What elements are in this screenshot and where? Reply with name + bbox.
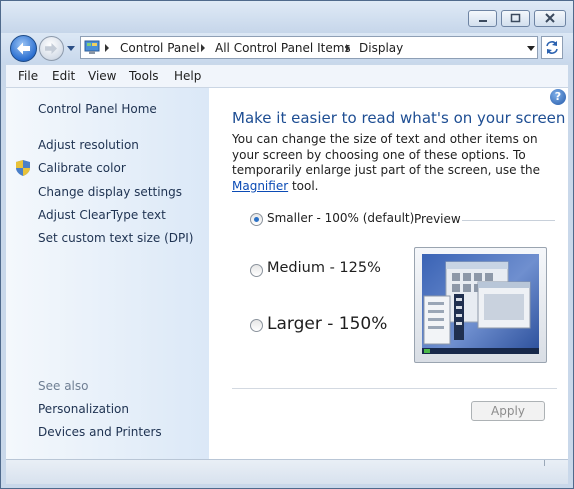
task-pane: Control Panel Home Adjust resolution Cal… <box>6 88 209 459</box>
page-heading: Make it easier to read what's on your sc… <box>232 109 566 127</box>
adjust-cleartype-link[interactable]: Adjust ClearType text <box>38 208 166 222</box>
breadcrumb-separator <box>201 44 205 52</box>
breadcrumb-control-panel[interactable]: Control Panel <box>120 41 200 55</box>
option-medium-label[interactable]: Medium - 125% <box>267 260 381 276</box>
uac-shield-icon <box>16 160 30 176</box>
preview-label: Preview <box>414 212 461 226</box>
forward-button[interactable] <box>39 36 64 61</box>
preview-divider <box>462 220 555 221</box>
apply-divider <box>232 388 557 389</box>
content-area: Control Panel Home Adjust resolution Cal… <box>6 88 568 459</box>
page-description: You can change the size of text and othe… <box>232 132 552 194</box>
menu-tools[interactable]: Tools <box>129 69 159 83</box>
status-bar <box>6 459 568 484</box>
breadcrumb-display[interactable]: Display <box>359 41 403 55</box>
radio-smaller[interactable] <box>250 213 263 226</box>
maximize-button[interactable] <box>501 10 530 27</box>
devices-and-printers-link[interactable]: Devices and Printers <box>38 425 162 439</box>
menu-edit[interactable]: Edit <box>52 69 75 83</box>
description-text: You can change the size of text and othe… <box>232 132 541 177</box>
control-panel-home-link[interactable]: Control Panel Home <box>38 102 157 116</box>
address-bar[interactable]: Control Panel All Control Panel Items Di… <box>80 36 538 59</box>
minimize-icon <box>479 20 487 22</box>
back-arrow-icon <box>17 42 30 55</box>
title-bar[interactable] <box>1 1 573 33</box>
preview-desktop-illustration <box>422 261 539 354</box>
adjust-resolution-link[interactable]: Adjust resolution <box>38 138 139 152</box>
preview-monitor-image <box>414 247 547 363</box>
apply-button[interactable]: Apply <box>471 401 545 421</box>
refresh-button[interactable] <box>541 36 563 59</box>
calibrate-color-link[interactable]: Calibrate color <box>38 161 126 175</box>
control-panel-icon <box>84 40 100 54</box>
option-larger-label[interactable]: Larger - 150% <box>267 314 387 334</box>
recent-pages-dropdown-icon[interactable] <box>67 44 76 53</box>
close-icon <box>545 13 555 23</box>
change-display-settings-link[interactable]: Change display settings <box>38 185 182 199</box>
radio-larger[interactable] <box>250 319 263 332</box>
see-also-label: See also <box>38 379 89 393</box>
set-custom-text-size-link[interactable]: Set custom text size (DPI) <box>38 231 193 245</box>
back-button[interactable] <box>10 35 37 62</box>
navigation-bar: Control Panel All Control Panel Items Di… <box>1 33 573 63</box>
menu-bar: File Edit View Tools Help <box>6 65 568 88</box>
breadcrumb-separator <box>105 44 109 52</box>
forward-arrow-icon <box>45 43 57 54</box>
menu-view[interactable]: View <box>88 69 116 83</box>
display-window: Control Panel All Control Panel Items Di… <box>0 0 574 489</box>
status-bar-grip <box>544 460 545 466</box>
radio-medium[interactable] <box>250 264 263 277</box>
description-tail: tool. <box>288 178 319 193</box>
maximize-icon <box>510 13 521 23</box>
personalization-link[interactable]: Personalization <box>38 402 129 416</box>
option-smaller-label[interactable]: Smaller - 100% (default) <box>267 211 414 225</box>
minimize-button[interactable] <box>468 10 497 27</box>
breadcrumb-all-items[interactable]: All Control Panel Items <box>215 41 351 55</box>
breadcrumb-separator <box>346 44 350 52</box>
preview-screen <box>422 254 539 354</box>
main-panel: Make it easier to read what's on your sc… <box>232 88 566 459</box>
magnifier-link[interactable]: Magnifier <box>232 179 288 193</box>
menu-help[interactable]: Help <box>174 69 201 83</box>
menu-file[interactable]: File <box>18 69 38 83</box>
refresh-icon <box>546 41 558 54</box>
close-button[interactable] <box>534 10 566 27</box>
address-dropdown-icon[interactable] <box>527 46 535 51</box>
